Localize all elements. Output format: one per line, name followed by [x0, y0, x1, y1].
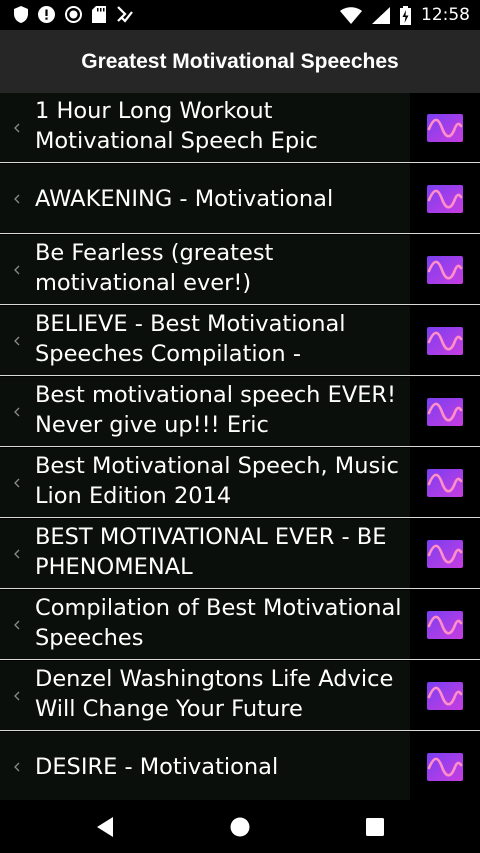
- list-item[interactable]: Compilation of Best Motivational Speeche…: [0, 590, 480, 660]
- sd-card-icon: [92, 6, 106, 23]
- play-button[interactable]: [410, 235, 480, 304]
- sound-wave-icon: [427, 397, 463, 426]
- alert-icon: [38, 6, 55, 23]
- chevron-left-icon: [14, 265, 20, 274]
- play-button[interactable]: [410, 306, 480, 375]
- recents-square-icon: [366, 818, 384, 836]
- home-button[interactable]: [225, 812, 255, 842]
- chevron-left-icon: [14, 691, 20, 700]
- sound-wave-icon: [427, 681, 463, 710]
- status-icons-right: 12:58: [340, 5, 470, 25]
- status-bar: 12:58: [0, 0, 480, 30]
- status-icons-left: [14, 6, 133, 23]
- signal-icon: [372, 6, 390, 24]
- list-item-title: Denzel Washingtons Life Advice Will Chan…: [35, 666, 394, 722]
- play-button[interactable]: [410, 732, 480, 800]
- list-item-title: BELIEVE - Best Motivational Speeches Com…: [35, 311, 346, 367]
- wifi-icon: [340, 6, 362, 24]
- list-item[interactable]: DESIRE - Motivational: [0, 732, 480, 800]
- list-item-title: DESIRE - Motivational: [35, 754, 279, 780]
- list-item[interactable]: Be Fearless (greatest motivational ever!…: [0, 235, 480, 305]
- navigation-bar: [0, 800, 480, 853]
- play-button[interactable]: [410, 164, 480, 233]
- list-item[interactable]: Best Motivational Speech, Music Lion Edi…: [0, 448, 480, 518]
- sound-wave-icon: [427, 539, 463, 568]
- sound-wave-icon: [427, 326, 463, 355]
- chevron-left-icon: [14, 194, 20, 203]
- list-item[interactable]: BEST MOTIVATIONAL EVER - BE PHENOMENAL: [0, 519, 480, 589]
- list-item-title: Be Fearless (greatest motivational ever!…: [35, 240, 274, 296]
- sound-wave-icon: [427, 255, 463, 284]
- chevron-left-icon: [14, 123, 20, 132]
- play-button[interactable]: [410, 93, 480, 162]
- list-item[interactable]: AWAKENING - Motivational: [0, 164, 480, 234]
- play-button[interactable]: [410, 661, 480, 730]
- list-item-title: Best Motivational Speech, Music Lion Edi…: [35, 453, 399, 509]
- chevron-left-icon: [14, 762, 20, 771]
- shield-icon: [14, 6, 28, 23]
- play-button[interactable]: [410, 590, 480, 659]
- clock: 12:58: [421, 5, 470, 25]
- list-item[interactable]: 1 Hour Long Workout Motivational Speech …: [0, 93, 480, 163]
- recents-button[interactable]: [360, 812, 390, 842]
- sound-wave-icon: [427, 184, 463, 213]
- play-button[interactable]: [410, 519, 480, 588]
- back-button[interactable]: [90, 812, 120, 842]
- page-title: Greatest Motivational Speeches: [81, 49, 399, 73]
- list-item[interactable]: Best motivational speech EVER! Never giv…: [0, 377, 480, 447]
- back-triangle-icon: [97, 817, 113, 837]
- list-item-title: 1 Hour Long Workout Motivational Speech …: [35, 98, 318, 154]
- download-done-icon: [117, 6, 133, 23]
- list-item[interactable]: BELIEVE - Best Motivational Speeches Com…: [0, 306, 480, 376]
- chevron-left-icon: [14, 336, 20, 345]
- list-item-title: Compilation of Best Motivational Speeche…: [35, 595, 402, 651]
- home-circle-icon: [230, 817, 250, 837]
- chevron-left-icon: [14, 478, 20, 487]
- speech-list[interactable]: 1 Hour Long Workout Motivational Speech …: [0, 93, 480, 800]
- list-item[interactable]: Denzel Washingtons Life Advice Will Chan…: [0, 661, 480, 731]
- list-item-title: BEST MOTIVATIONAL EVER - BE PHENOMENAL: [35, 524, 387, 580]
- sound-wave-icon: [427, 468, 463, 497]
- app-bar: Greatest Motivational Speeches: [0, 30, 480, 93]
- chevron-left-icon: [14, 407, 20, 416]
- sound-wave-icon: [427, 752, 463, 781]
- list-item-title: Best motivational speech EVER! Never giv…: [35, 382, 397, 438]
- sound-wave-icon: [427, 610, 463, 639]
- sound-wave-icon: [427, 113, 463, 142]
- play-button[interactable]: [410, 448, 480, 517]
- chevron-left-icon: [14, 549, 20, 558]
- chevron-left-icon: [14, 620, 20, 629]
- play-button[interactable]: [410, 377, 480, 446]
- battery-charging-icon: [400, 5, 411, 25]
- record-icon: [65, 6, 82, 23]
